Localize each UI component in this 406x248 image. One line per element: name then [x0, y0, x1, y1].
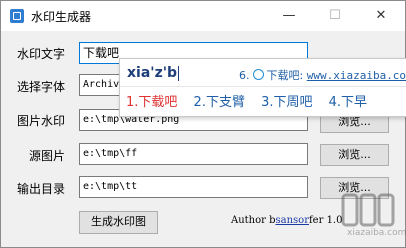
watermark-text: xiazaiba.com [347, 228, 406, 238]
author-prefix: Author b [231, 215, 276, 226]
source-image-value: e:\tmp\ff [83, 148, 138, 159]
watermark-logo-icon [341, 193, 395, 227]
image-watermark-label: 图片水印 [17, 114, 66, 128]
site-watermark: xiazaiba.com [331, 191, 406, 241]
ime-hint[interactable]: 6. 下载吧: www.xiazaiba.com [239, 67, 406, 83]
output-dir-input[interactable]: e:\tmp\tt [79, 176, 308, 198]
maximize-button[interactable]: ☐ [312, 1, 358, 31]
source-image-input[interactable]: e:\tmp\ff [79, 143, 308, 165]
ime-hint-url[interactable]: www.xiazaiba.com [307, 69, 406, 82]
ime-candidate-window: xia'z'b 6. 下载吧: www.xiazaiba.com 1.下载吧 2.… [119, 58, 406, 117]
title-bar: 水印生成器 — ☐ ✕ [1, 1, 405, 31]
font-value: Archiv [83, 79, 120, 90]
output-dir-label: 输出目录 [17, 182, 66, 196]
author-link[interactable]: sansor [276, 215, 309, 226]
app-window: 水印生成器 — ☐ ✕ 水印文字 下载吧 选择字体 Archiv 图片水印 e:… [0, 0, 406, 248]
font-label: 选择字体 [17, 80, 66, 94]
ime-candidate[interactable]: 3.下周吧 [261, 95, 312, 110]
ime-candidate-list: 1.下载吧 2.下支臂 3.下周吧 4.下早 [126, 91, 379, 110]
watermark-text-label: 水印文字 [17, 47, 66, 61]
source-image-browse-button[interactable]: 浏览... [320, 144, 389, 166]
watermark-text-value: 下载吧 [83, 46, 120, 60]
ime-hint-text: 下载吧: [266, 69, 304, 82]
ime-candidate[interactable]: 4.下早 [329, 95, 367, 110]
ime-candidate[interactable]: 2.下支臂 [194, 95, 245, 110]
ime-divider [120, 86, 406, 87]
window-title: 水印生成器 [31, 10, 92, 24]
close-button[interactable]: ✕ [358, 1, 404, 31]
output-dir-value: e:\tmp\tt [83, 181, 138, 192]
generate-watermark-button[interactable]: 生成水印图 [79, 211, 158, 234]
ime-caret [178, 65, 180, 81]
ime-composition-text: xia'z'b [127, 65, 178, 81]
ime-composition: xia'z'b [127, 65, 180, 81]
author-credit: Author bsansorfer 1.0 [231, 215, 342, 226]
browser-e-icon [252, 69, 264, 80]
ime-candidate[interactable]: 1.下载吧 [126, 95, 177, 110]
minimize-button[interactable]: — [266, 1, 312, 31]
ime-hint-index: 6. [239, 69, 250, 82]
app-icon [10, 9, 24, 23]
